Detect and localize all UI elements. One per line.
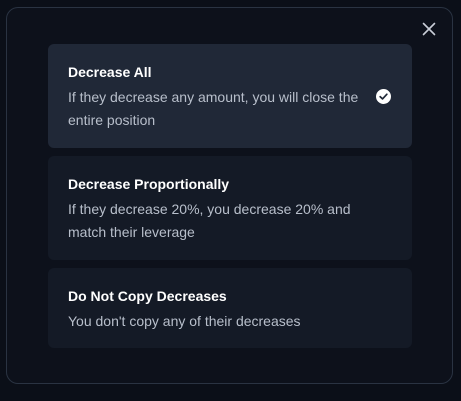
option-title: Do Not Copy Decreases [68, 288, 227, 304]
option-description: You don't copy any of their decreases [68, 313, 301, 329]
option-title: Decrease All [68, 64, 152, 80]
option-description: If they decrease 20%, you decrease 20% a… [68, 201, 351, 240]
decrease-settings-dialog: Decrease All If they decrease any amount… [6, 7, 453, 384]
option-decrease-all[interactable]: Decrease All If they decrease any amount… [48, 44, 412, 148]
option-decrease-proportionally[interactable]: Decrease Proportionally If they decrease… [48, 156, 412, 260]
option-list: Decrease All If they decrease any amount… [48, 44, 412, 356]
option-do-not-copy-decreases[interactable]: Do Not Copy Decreases You don't copy any… [48, 268, 412, 348]
option-title: Decrease Proportionally [68, 176, 230, 192]
close-button[interactable] [420, 20, 438, 38]
close-icon [422, 22, 436, 36]
check-circle-icon [376, 89, 391, 104]
option-description: If they decrease any amount, you will cl… [68, 89, 359, 128]
